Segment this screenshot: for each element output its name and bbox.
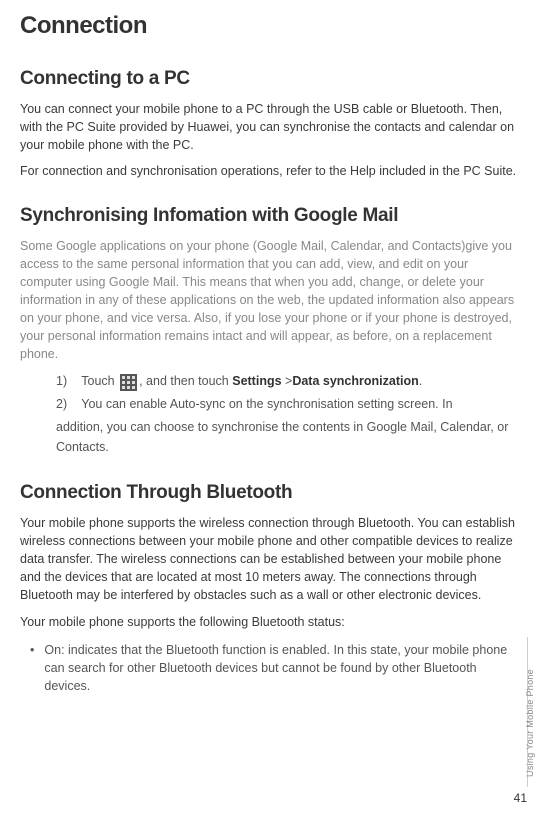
step-1-data-label: Data synchronization (292, 374, 418, 388)
bluetooth-status-list: • On: indicates that the Bluetooth funct… (20, 641, 521, 695)
step-2-continuation: addition, you can choose to synchronise … (56, 417, 521, 458)
heading-bluetooth: Connection Through Bluetooth (20, 482, 521, 504)
step-2: 2) You can enable Auto-sync on the synch… (56, 394, 521, 415)
heading-google: Synchronising Infomation with Google Mai… (20, 205, 521, 227)
bluetooth-paragraph-2: Your mobile phone supports the following… (20, 613, 521, 631)
side-label: Using Your Mobile Phone (525, 669, 535, 777)
page-number: 41 (514, 791, 527, 805)
step-1-number: 1) (56, 371, 78, 392)
google-paragraph-1: Some Google applications on your phone (… (20, 237, 521, 364)
pc-paragraph-1: You can connect your mobile phone to a P… (20, 100, 521, 154)
page-title: Connection (20, 12, 521, 40)
step-2-number: 2) (56, 394, 78, 415)
heading-pc: Connecting to a PC (20, 68, 521, 90)
pc-paragraph-2: For connection and synchronisation opera… (20, 162, 521, 180)
step-1-mid: , and then touch (139, 374, 232, 388)
bluetooth-paragraph-1: Your mobile phone supports the wireless … (20, 514, 521, 605)
apps-grid-icon (120, 374, 137, 391)
step-2-text: You can enable Auto-sync on the synchron… (81, 397, 452, 411)
bullet-dot-icon: • (30, 641, 34, 695)
google-steps: 1) Touch , and then touch Settings >Data… (20, 371, 521, 458)
step-1-end: . (419, 374, 422, 388)
step-1-settings-label: Settings (232, 374, 281, 388)
bullet-on-text: On: indicates that the Bluetooth functio… (44, 641, 521, 695)
step-1: 1) Touch , and then touch Settings >Data… (56, 371, 521, 392)
step-1-pre: Touch (81, 374, 118, 388)
bullet-on: • On: indicates that the Bluetooth funct… (30, 641, 521, 695)
step-1-gt: > (282, 374, 293, 388)
